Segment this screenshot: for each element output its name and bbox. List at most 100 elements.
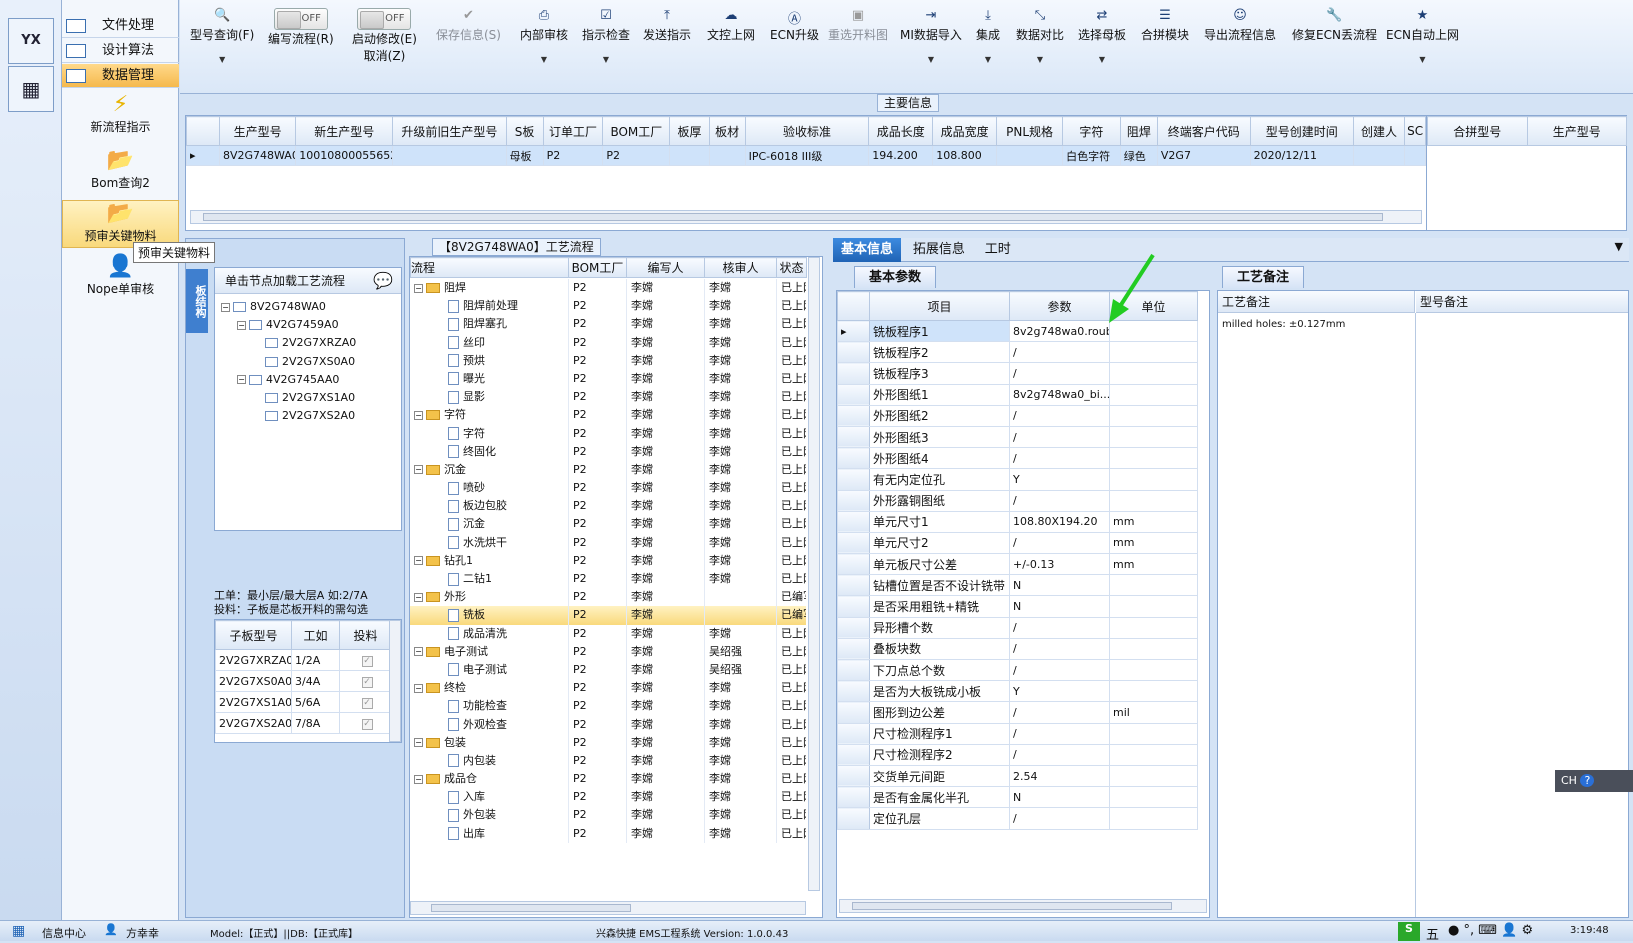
ime-indicator[interactable]: CH ?	[1555, 770, 1633, 792]
column-header[interactable]: 型号创建时间	[1249, 116, 1354, 146]
process-row[interactable]: 功能检查P2李嫦李嫦已上网	[410, 697, 806, 716]
cell[interactable]: 2020/12/11	[1249, 145, 1354, 166]
feeding-checkbox[interactable]: ✓	[361, 677, 373, 688]
table-row[interactable]: 外形图纸1 8v2g748wa0_bi...	[837, 383, 1198, 406]
scrollbar-thumb[interactable]	[431, 904, 631, 912]
process-row[interactable]: 成品清洗P2李嫦李嫦已上网	[410, 624, 806, 643]
param-value[interactable]: N	[1009, 574, 1110, 597]
column-header[interactable]: 终端客户代码	[1156, 116, 1251, 146]
start-edit-toggle[interactable]: OFF 启动修改(E) 取消(Z)	[352, 8, 417, 64]
scrollbar-thumb[interactable]	[852, 902, 1172, 910]
param-value[interactable]: /	[1009, 743, 1110, 766]
feeding-checkbox[interactable]: ✓	[361, 719, 373, 730]
table-row[interactable]: ▸ 8V2G748WA0 10010800055652 母板 P2 P2 IPC-6018 …	[186, 145, 1426, 166]
table-row[interactable]: 2V2G7XS1A0 5/6A ✓	[215, 691, 392, 713]
param-value[interactable]: /	[1009, 616, 1110, 639]
column-process[interactable]: 流程	[410, 257, 569, 278]
process-row[interactable]: −成品仓P2李嫦李嫦已上网	[410, 770, 806, 789]
column-header[interactable]: S板	[505, 116, 544, 146]
param-value[interactable]: 8v2g748wa0.roubk	[1009, 319, 1110, 343]
collapse-icon[interactable]: −	[414, 683, 423, 693]
column-header[interactable]: 阻焊	[1119, 116, 1158, 146]
param-value[interactable]: N	[1009, 595, 1110, 618]
cell[interactable]: 108.800	[932, 145, 998, 166]
toggle-switch[interactable]: OFF	[357, 8, 412, 30]
param-value[interactable]: /	[1009, 637, 1110, 661]
column-header[interactable]: 升级前旧生产型号	[392, 116, 507, 146]
tree-node[interactable]: 2V2G7XS2A0	[221, 407, 395, 425]
column-header[interactable]: 验收标准	[744, 116, 870, 146]
save-info-button[interactable]: ✔ 保存信息(S)	[436, 8, 501, 43]
production-model-column[interactable]: 生产型号	[1526, 116, 1627, 146]
column-header[interactable]: 新生产型号	[295, 116, 394, 146]
horizontal-scrollbar[interactable]	[839, 899, 1207, 913]
param-value[interactable]: /	[1009, 658, 1110, 682]
table-row[interactable]: 是否有金属化半孔 N	[837, 786, 1198, 809]
tab-extended-info[interactable]: 拓展信息	[905, 238, 973, 262]
tree-node[interactable]: 2V2G7XS0A0	[221, 353, 395, 371]
column-status[interactable]: 状态	[776, 257, 807, 278]
calculator-icon[interactable]: ▦	[8, 66, 54, 112]
cell[interactable]: 194.200	[868, 145, 934, 166]
tree-node[interactable]: − 4V2G7459A0	[221, 316, 395, 334]
table-row[interactable]: 单元尺寸2/mm	[837, 531, 1198, 555]
merge-model-column[interactable]: 合拼型号	[1427, 116, 1528, 146]
column-header[interactable]: 成品长度	[868, 116, 934, 146]
process-row[interactable]: 水洗烘干P2李嫦李嫦已上网	[410, 533, 806, 552]
collapse-icon[interactable]: −	[414, 592, 423, 602]
process-row[interactable]: −包装P2李嫦李嫦已上网	[410, 733, 806, 752]
process-row[interactable]: 外观检查P2李嫦李嫦已上网	[410, 715, 806, 734]
process-row[interactable]: 铣板 P2李嫦 已编写	[410, 606, 806, 625]
nav-item-file[interactable]: 文件处理	[62, 14, 179, 38]
scrollbar-thumb[interactable]	[203, 213, 1383, 221]
ecn-auto-online-button[interactable]: ★ ECN自动上网 ▼	[1386, 8, 1459, 64]
table-row[interactable]: 是否为大板铣成小板 Y	[837, 680, 1198, 703]
process-row[interactable]: 显影P2李嫦李嫦已上网	[410, 388, 806, 407]
column-header[interactable]: BOM工厂	[602, 116, 671, 146]
vertical-scrollbar[interactable]	[389, 620, 401, 742]
param-value[interactable]: /	[1009, 722, 1110, 745]
table-row[interactable]: 异形槽个数 /	[837, 616, 1198, 639]
param-value[interactable]: /	[1009, 489, 1110, 512]
cell[interactable]	[708, 145, 746, 166]
collapse-icon[interactable]: −	[237, 375, 246, 385]
column-header[interactable]: 成品宽度	[932, 116, 998, 146]
collapse-icon[interactable]: −	[221, 302, 230, 312]
board-structure-vtab[interactable]: 板结构	[186, 269, 208, 333]
nav-item-algorithm[interactable]: 设计算法	[62, 39, 179, 63]
process-row[interactable]: − 电子测试 P2李嫦吴绍强已上网	[410, 642, 806, 661]
table-row[interactable]: 2V2G7XS0A0 3/4A ✓	[215, 670, 392, 692]
table-row[interactable]: 定位孔层 /	[837, 807, 1198, 830]
tree-node[interactable]: − 4V2G745AA0	[221, 371, 395, 389]
collapse-icon[interactable]: −	[414, 283, 423, 293]
send-instruction-button[interactable]: ⤒ 发送指示	[643, 8, 691, 43]
process-row[interactable]: − 外形 P2李嫦 已编写	[410, 588, 806, 607]
sogou-ime-icon[interactable]: S	[1398, 922, 1420, 941]
table-row[interactable]: 铣板程序3/	[837, 362, 1198, 385]
table-row[interactable]: 单元板尺寸公差 +/-0.13 mm	[837, 553, 1198, 576]
param-value[interactable]: /	[1009, 404, 1110, 427]
cell[interactable]: 10010800055652	[295, 145, 394, 166]
ecn-upgrade-button[interactable]: Ⓐ ECN升级	[770, 8, 819, 43]
tree-node[interactable]: 2V2G7XRZA0	[221, 334, 395, 352]
cell[interactable]	[1404, 145, 1426, 166]
param-value[interactable]: /	[1009, 362, 1110, 385]
param-value[interactable]: 2.54	[1009, 764, 1110, 788]
internal-review-button[interactable]: ⎙ 内部审核 ▼	[520, 8, 568, 64]
table-row[interactable]: 外形图纸2/	[837, 404, 1198, 427]
table-row[interactable]: 外形露铜图纸 /	[837, 489, 1198, 512]
cell[interactable]	[1352, 145, 1406, 166]
cell[interactable]: 母板	[505, 145, 544, 166]
collapse-icon[interactable]: −	[414, 556, 423, 566]
subtab-basic-params[interactable]: 基本参数	[854, 266, 937, 288]
mi-data-import-button[interactable]: ⇥ MI数据导入 ▼	[900, 8, 962, 64]
collapse-icon[interactable]: −	[414, 647, 423, 657]
cell[interactable]: P2	[602, 145, 671, 166]
bom-query-button[interactable]: 📂 Bom查询2	[62, 148, 179, 191]
integrate-button[interactable]: ⤓ 集成 ▼	[976, 8, 1000, 64]
cell[interactable]: 白色字符	[1062, 145, 1121, 166]
logo-button[interactable]: YX	[8, 18, 54, 64]
table-row[interactable]: 钻槽位置是否不设计铣带 N	[837, 574, 1198, 597]
param-value[interactable]: /	[1009, 807, 1110, 830]
cell[interactable]	[669, 145, 710, 166]
